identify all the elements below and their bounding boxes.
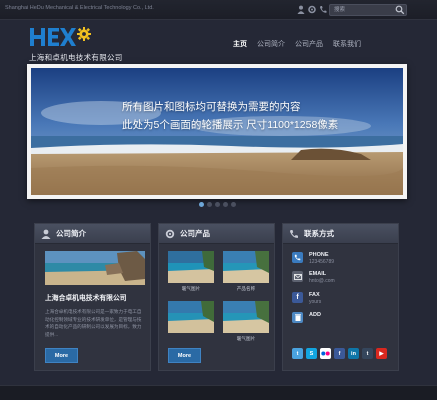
gear-icon [165,229,175,238]
contact-phone: PHONE 123456789 [292,252,334,265]
flickr-icon[interactable] [320,348,331,359]
footer-bar [0,385,437,400]
product-image [168,251,214,283]
contact-heading: 联系方式 [304,229,334,238]
company-logo[interactable] [29,26,93,48]
products-panel-header: 公司产品 [159,224,274,244]
about-more-button[interactable]: More [45,348,78,363]
gear-icon[interactable] [308,5,316,14]
email-icon [292,271,303,282]
company-name: 上海和卓机电技术有限公司 [29,53,123,62]
contact-email-value[interactable]: hnto@.com [309,278,335,284]
twitter-icon[interactable]: t [292,348,303,359]
facebook-icon[interactable]: f [334,348,345,359]
slider-dot-1[interactable] [199,202,204,207]
product-caption: 产品名称 [236,286,256,291]
product-caption: 暖气图片 [236,336,256,341]
products-heading: 公司产品 [180,229,210,238]
product-item[interactable]: 暖气图片 [168,251,214,292]
contact-email-label: EMAIL [309,271,327,277]
about-image [45,251,145,285]
product-item[interactable]: 产品名称 [223,251,269,292]
search-icon[interactable] [395,5,405,15]
user-icon[interactable] [297,5,305,14]
phone-icon[interactable] [319,5,327,14]
about-heading: 公司简介 [56,229,86,238]
slider-dot-2[interactable] [207,202,212,207]
product-item[interactable] [168,301,214,336]
slider-dots [199,202,236,207]
slider-dot-5[interactable] [231,202,236,207]
contact-address-label: ADD [309,312,321,318]
product-image [223,251,269,283]
phone-icon [292,252,303,263]
about-panel: 公司简介 上海合卓机电技术有限公司 上海合卓机电技术有限公司是一家致力于电工自动… [34,223,151,371]
slider-dot-3[interactable] [215,202,220,207]
product-caption: 暖气图片 [181,286,201,291]
products-more-button[interactable]: More [168,348,201,363]
contact-fax-label: FAX [309,292,320,298]
about-panel-header: 公司简介 [35,224,150,244]
contact-fax-value: yours [309,299,322,305]
user-icon [41,229,51,239]
contact-phone-value: 123456789 [309,259,335,265]
product-item[interactable]: 暖气图片 [223,301,269,342]
slider-dot-4[interactable] [223,202,228,207]
social-links: t S f in t ▶ [292,348,387,359]
skype-icon[interactable]: S [306,348,317,359]
nav-about[interactable]: 公司简介 [252,36,290,52]
about-title: 上海合卓机电技术有限公司 [45,295,127,302]
contact-address: ADD [292,312,321,323]
main-nav: 主页 公司简介 公司产品 联系我们 [228,36,366,52]
banner-caption: 所有图片和图标均可替换为需要的内容 此处为5个画面的轮播展示 尺寸1100*12… [122,98,338,134]
product-image [168,301,214,333]
contact-panel-header: 联系方式 [283,224,398,244]
banner-caption-line-2: 此处为5个画面的轮播展示 尺寸1100*1258像素 [122,119,339,131]
trash-icon [292,312,303,323]
contact-panel: 联系方式 PHONE 123456789 EMAIL hnto@.com f F… [282,223,399,371]
linkedin-icon[interactable]: in [348,348,359,359]
top-bar: Shanghai HeDu Mechanical & Electrical Te… [0,0,437,20]
banner-caption-line-1: 所有图片和图标均可替换为需要的内容 [122,101,301,113]
company-english-name: Shanghai HeDu Mechanical & Electrical Te… [5,5,154,11]
phone-icon [290,229,298,238]
facebook-icon: f [292,292,303,303]
youtube-icon[interactable]: ▶ [376,348,387,359]
contact-email: EMAIL hnto@.com [292,271,335,284]
nav-products[interactable]: 公司产品 [290,36,328,52]
tumblr-icon[interactable]: t [362,348,373,359]
nav-contact[interactable]: 联系我们 [328,36,366,52]
contact-fax: f FAX yours [292,292,321,305]
contact-phone-label: PHONE [309,252,329,258]
about-body: 上海合卓机电技术有限公司是一家致力于电工自动化控制领域专业的技术研发单位，是管理… [45,309,142,337]
products-panel: 公司产品 暖气图片 产品名称 暖气图片 More [158,223,275,371]
product-image [223,301,269,333]
top-icons [297,5,327,14]
nav-home[interactable]: 主页 [228,36,252,52]
